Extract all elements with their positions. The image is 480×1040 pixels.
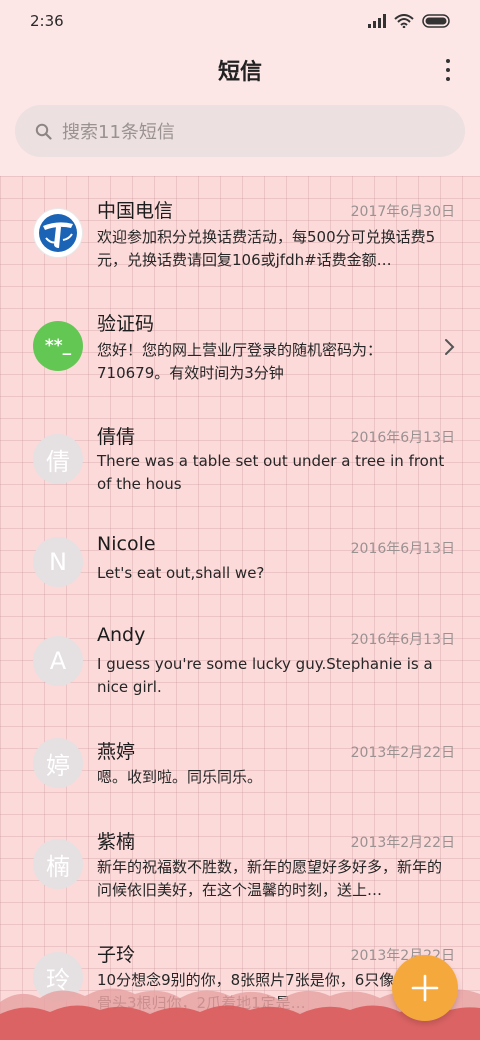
avatar: 楠 <box>33 839 83 889</box>
message-date: 2016年6月13日 <box>350 541 455 557</box>
list-item[interactable]: 楠 紫楠 2013年2月22日 新年的祝福数不胜数，新年的愿望好多好多，新年的问… <box>0 826 480 926</box>
contact-name: 倩倩 <box>97 426 136 448</box>
contact-name: 紫楠 <box>97 831 136 853</box>
more-vertical-icon[interactable] <box>438 54 458 86</box>
app-header: 短信 <box>0 42 480 98</box>
battery-icon <box>422 14 450 28</box>
message-preview: 嗯。收到啦。同乐同乐。 <box>97 768 263 786</box>
message-date: 2017年6月30日 <box>350 204 455 220</box>
message-preview: Let's eat out,shall we? <box>97 564 265 582</box>
avatar: 婷 <box>33 738 83 788</box>
message-preview: 您好！您的网上营业厅登录的随机密码为：710679。有效时间为3分钟 <box>97 341 383 382</box>
message-date: 2013年2月22日 <box>350 745 455 761</box>
chevron-right-icon[interactable] <box>444 337 456 357</box>
message-preview: I guess you're some lucky guy.Stephanie … <box>97 655 438 696</box>
list-item[interactable]: 中国电信 2017年6月30日 欢迎参加积分兑换话费活动，每500分可兑换话费5… <box>0 194 480 294</box>
contact-name: 燕婷 <box>97 741 136 763</box>
page-title: 短信 <box>217 60 262 85</box>
message-preview: 欢迎参加积分兑换话费活动，每500分可兑换话费5元，兑换话费请回复106或jfd… <box>97 228 436 269</box>
contact-name: Andy <box>97 624 146 646</box>
avatar: 倩 <box>33 434 83 484</box>
signal-icon <box>368 14 386 28</box>
list-item[interactable]: 倩 倩倩 2016年6月13日 There was a table set ou… <box>0 420 480 520</box>
avatar: **_ <box>33 321 83 371</box>
plus-icon <box>411 974 439 1002</box>
search-input[interactable]: 搜索11条短信 <box>15 105 465 157</box>
wifi-icon <box>394 14 414 28</box>
china-telecom-logo-icon <box>33 208 83 258</box>
list-item[interactable]: N Nicole 2016年6月13日 Let's eat out,shall … <box>0 533 480 633</box>
message-date: 2016年6月13日 <box>350 632 455 648</box>
new-message-button[interactable] <box>392 955 458 1021</box>
avatar: A <box>33 636 83 686</box>
contact-name: Nicole <box>97 533 156 555</box>
search-placeholder: 搜索11条短信 <box>62 122 175 143</box>
message-date: 2013年2月22日 <box>350 835 455 851</box>
search-icon <box>35 123 52 140</box>
contact-name: 验证码 <box>97 313 155 335</box>
list-item[interactable]: 婷 燕婷 2013年2月22日 嗯。收到啦。同乐同乐。 <box>0 736 480 836</box>
avatar: N <box>33 537 83 587</box>
contact-name: 中国电信 <box>97 200 174 222</box>
message-preview: There was a table set out under a tree i… <box>97 452 450 493</box>
status-bar: 2:36 <box>0 0 480 42</box>
list-item[interactable]: A Andy 2016年6月13日 I guess you're some lu… <box>0 623 480 723</box>
status-icons <box>368 14 452 28</box>
contact-name: 子玲 <box>97 944 136 966</box>
list-item[interactable]: **_ 验证码 您好！您的网上营业厅登录的随机密码为：710679。有效时间为3… <box>0 307 480 407</box>
conversation-list[interactable]: 中国电信 2017年6月30日 欢迎参加积分兑换话费活动，每500分可兑换话费5… <box>0 176 480 1040</box>
message-date: 2016年6月13日 <box>350 430 455 446</box>
message-preview: 新年的祝福数不胜数，新年的愿望好多好多，新年的问候依旧美好，在这个温馨的时刻，送… <box>97 858 443 899</box>
status-time: 2:36 <box>30 12 64 30</box>
